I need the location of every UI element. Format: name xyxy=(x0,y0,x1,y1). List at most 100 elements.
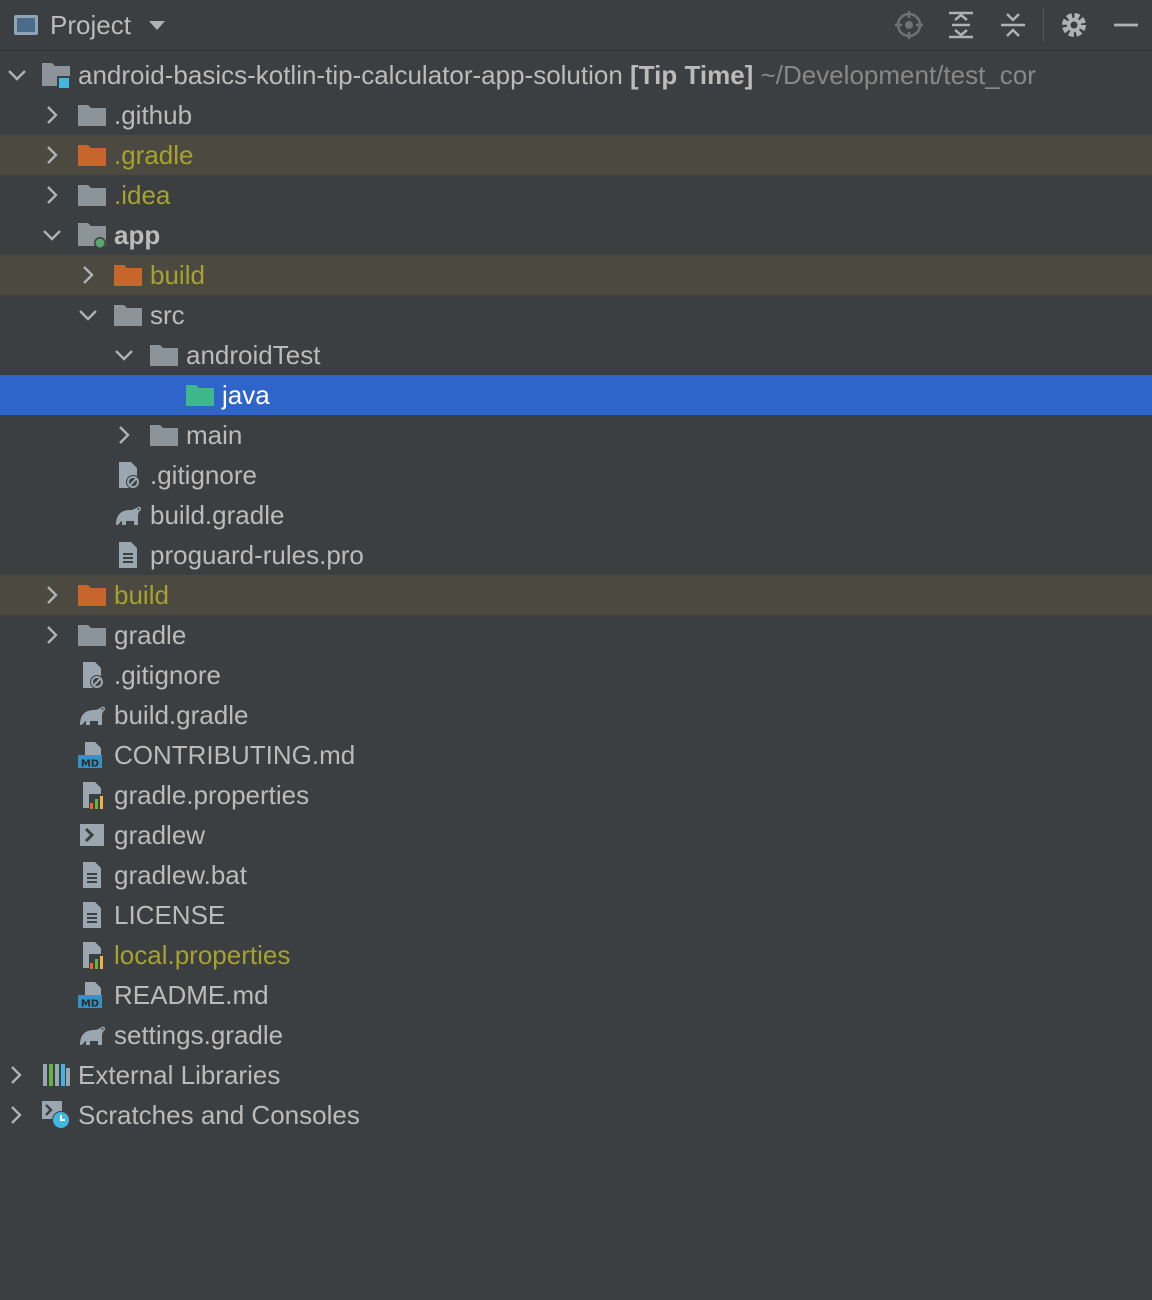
gitignore-file-icon xyxy=(77,660,107,690)
tree-item-app-gitignore[interactable]: .gitignore xyxy=(0,455,1152,495)
tree-item-label: .gradle xyxy=(114,139,194,170)
chevron-right-icon[interactable] xyxy=(40,623,64,647)
chevron-right-icon[interactable] xyxy=(112,423,136,447)
locate-icon xyxy=(895,11,923,39)
tree-item-gradle-cache-folder[interactable]: .gradle xyxy=(0,135,1152,175)
tree-item-gitignore[interactable]: .gitignore xyxy=(0,655,1152,695)
tree-item-idea-folder[interactable]: .idea xyxy=(0,175,1152,215)
project-root-folder-icon xyxy=(41,60,71,90)
tree-item-label: src xyxy=(150,299,185,330)
tree-item-build-folder[interactable]: build xyxy=(0,575,1152,615)
folder-icon xyxy=(149,340,179,370)
tree-item-label: External Libraries xyxy=(78,1059,281,1090)
chevron-right-icon[interactable] xyxy=(40,183,64,207)
tree-item-app-build-folder[interactable]: build xyxy=(0,255,1152,295)
project-root-path: ~/Development/test_cor xyxy=(760,59,1036,90)
text-file-icon xyxy=(77,900,107,930)
tree-item-label: app xyxy=(114,219,161,250)
project-toolbar: Project xyxy=(0,0,1152,51)
excluded-folder-icon xyxy=(77,140,107,170)
project-root-label: android-basics-kotlin-tip-calculator-app… xyxy=(78,60,1036,91)
tree-item-license[interactable]: LICENSE xyxy=(0,895,1152,935)
markdown-file-icon xyxy=(77,740,107,770)
gradle-elephant-icon xyxy=(77,1020,107,1050)
gradle-elephant-icon xyxy=(113,500,143,530)
project-title[interactable]: Project xyxy=(50,10,131,41)
chevron-right-icon[interactable] xyxy=(40,103,64,127)
tree-item-settings-gradle[interactable]: settings.gradle xyxy=(0,1015,1152,1055)
tree-item-label: build.gradle xyxy=(114,699,249,730)
folder-icon xyxy=(77,180,107,210)
tree-item-local-properties[interactable]: local.properties xyxy=(0,935,1152,975)
tree-item-label: androidTest xyxy=(186,339,321,370)
expand-all-icon xyxy=(949,11,973,39)
minimize-icon xyxy=(1114,23,1138,27)
text-file-icon xyxy=(77,860,107,890)
tree-root[interactable]: android-basics-kotlin-tip-calculator-app… xyxy=(0,55,1152,95)
tree-item-app-module[interactable]: app xyxy=(0,215,1152,255)
tree-item-gradle-folder[interactable]: gradle xyxy=(0,615,1152,655)
excluded-folder-icon xyxy=(113,260,143,290)
tree-item-app-build-gradle[interactable]: build.gradle xyxy=(0,495,1152,535)
tree-item-label: gradle.properties xyxy=(114,779,310,810)
tree-item-src-folder[interactable]: src xyxy=(0,295,1152,335)
markdown-file-icon xyxy=(77,980,107,1010)
chevron-down-icon[interactable] xyxy=(5,63,29,87)
locate-button[interactable] xyxy=(883,0,935,50)
tree-item-androidtest-folder[interactable]: androidTest xyxy=(0,335,1152,375)
tree-item-label: gradlew xyxy=(114,819,206,850)
tree-item-label: gradle xyxy=(114,619,187,650)
tree-item-gradle-properties[interactable]: gradle.properties xyxy=(0,775,1152,815)
gear-icon xyxy=(1062,13,1086,37)
tree-item-label: .gitignore xyxy=(150,459,257,490)
excluded-folder-icon xyxy=(77,580,107,610)
chevron-down-icon[interactable] xyxy=(148,20,165,30)
minimize-button[interactable] xyxy=(1100,0,1152,50)
tree-item-scratches-and-consoles[interactable]: Scratches and Consoles xyxy=(0,1095,1152,1135)
chevron-down-icon[interactable] xyxy=(76,303,100,327)
toolbar-divider xyxy=(1043,8,1044,42)
tree-item-java-folder[interactable]: java xyxy=(0,375,1152,415)
tree-item-label: .github xyxy=(114,99,193,130)
tree-item-readme-md[interactable]: README.md xyxy=(0,975,1152,1015)
tree-item-label: main xyxy=(186,419,243,450)
collapse-all-button[interactable] xyxy=(987,0,1039,50)
chevron-right-icon[interactable] xyxy=(76,263,100,287)
module-folder-icon xyxy=(77,220,107,250)
folder-icon xyxy=(113,300,143,330)
collapse-all-icon xyxy=(1001,13,1025,37)
settings-button[interactable] xyxy=(1048,0,1100,50)
tree-item-proguard-rules[interactable]: proguard-rules.pro xyxy=(0,535,1152,575)
tree-item-label: proguard-rules.pro xyxy=(150,539,364,570)
project-window-icon xyxy=(14,15,38,35)
tree-item-github-folder[interactable]: .github xyxy=(0,95,1152,135)
folder-icon xyxy=(77,100,107,130)
tree-item-label: LICENSE xyxy=(114,899,226,930)
tree-item-label: settings.gradle xyxy=(114,1019,284,1050)
project-view-selector[interactable]: Project xyxy=(14,0,165,50)
tree-item-contributing-md[interactable]: CONTRIBUTING.md xyxy=(0,735,1152,775)
tree-item-main-folder[interactable]: main xyxy=(0,415,1152,455)
tree-item-external-libraries[interactable]: External Libraries xyxy=(0,1055,1152,1095)
tree-item-build-gradle[interactable]: build.gradle xyxy=(0,695,1152,735)
tree-item-label: Scratches and Consoles xyxy=(78,1099,360,1130)
chevron-right-icon[interactable] xyxy=(40,143,64,167)
tree-item-label: CONTRIBUTING.md xyxy=(114,739,356,770)
chevron-right-icon[interactable] xyxy=(4,1063,28,1087)
tree-item-label: local.properties xyxy=(114,939,291,970)
chevron-down-icon[interactable] xyxy=(40,223,64,247)
expand-all-button[interactable] xyxy=(935,0,987,50)
tree-item-label: java xyxy=(222,379,270,410)
tree-item-label: README.md xyxy=(114,979,269,1010)
tree-item-gradlew[interactable]: gradlew xyxy=(0,815,1152,855)
gitignore-file-icon xyxy=(113,460,143,490)
chevron-down-icon[interactable] xyxy=(112,343,136,367)
project-root-name: android-basics-kotlin-tip-calculator-app… xyxy=(78,59,623,90)
tree-item-label: .gitignore xyxy=(114,659,221,690)
tree-item-label: build.gradle xyxy=(150,499,285,530)
tree-item-label: build xyxy=(150,259,205,290)
project-tree: android-basics-kotlin-tip-calculator-app… xyxy=(0,55,1152,1135)
tree-item-gradlew-bat[interactable]: gradlew.bat xyxy=(0,855,1152,895)
chevron-right-icon[interactable] xyxy=(40,583,64,607)
chevron-right-icon[interactable] xyxy=(4,1103,28,1127)
